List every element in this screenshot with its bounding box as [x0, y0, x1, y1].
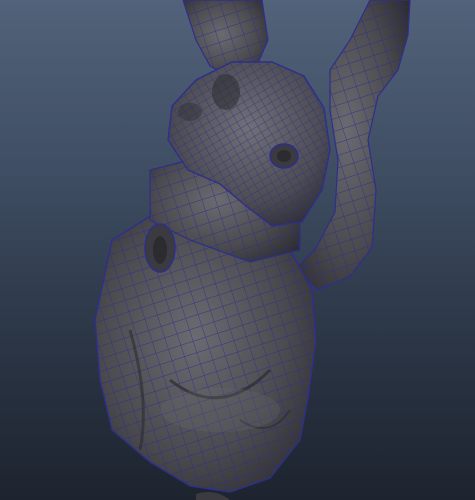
nose-region — [178, 103, 202, 121]
shoulder-socket — [144, 223, 176, 273]
ear-canal — [277, 150, 291, 162]
mesh-model[interactable] — [0, 0, 475, 500]
base-stub — [196, 492, 230, 500]
mouth-region — [212, 74, 240, 110]
viewport-panel[interactable] — [0, 0, 475, 500]
